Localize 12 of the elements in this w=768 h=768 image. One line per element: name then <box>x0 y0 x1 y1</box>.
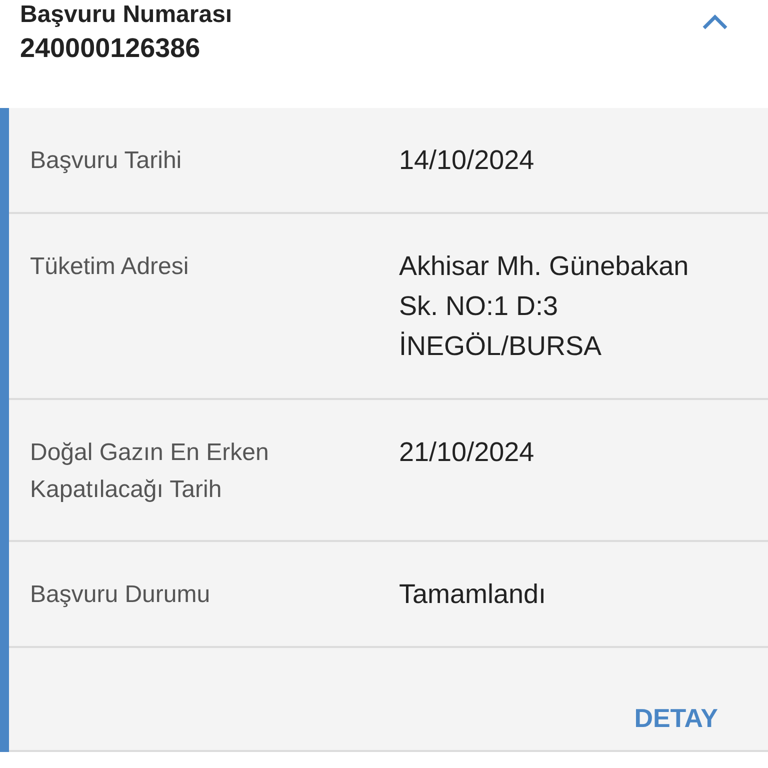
field-label: Tüketim Adresi <box>30 252 190 282</box>
field-value: 21/10/2024 <box>399 436 536 469</box>
chevron-up-icon[interactable] <box>702 14 728 30</box>
section-title: Başvuru Numarası <box>20 0 232 30</box>
field-label: Başvuru Tarihi <box>30 146 183 176</box>
field-label: Doğal Gazın En Erken Kapatılacağı Tarih <box>30 438 270 505</box>
field-value: Tamamlandı <box>399 578 548 611</box>
application-number: 240000126386 <box>20 32 202 65</box>
field-value: 14/10/2024 <box>399 144 536 177</box>
field-value: Akhisar Mh. Günebakan Sk. NO:1 D:3 İNEGÖL/BURSA <box>399 250 690 363</box>
field-label: Başvuru Durumu <box>30 580 212 610</box>
detail-button[interactable]: DETAY <box>634 698 718 738</box>
